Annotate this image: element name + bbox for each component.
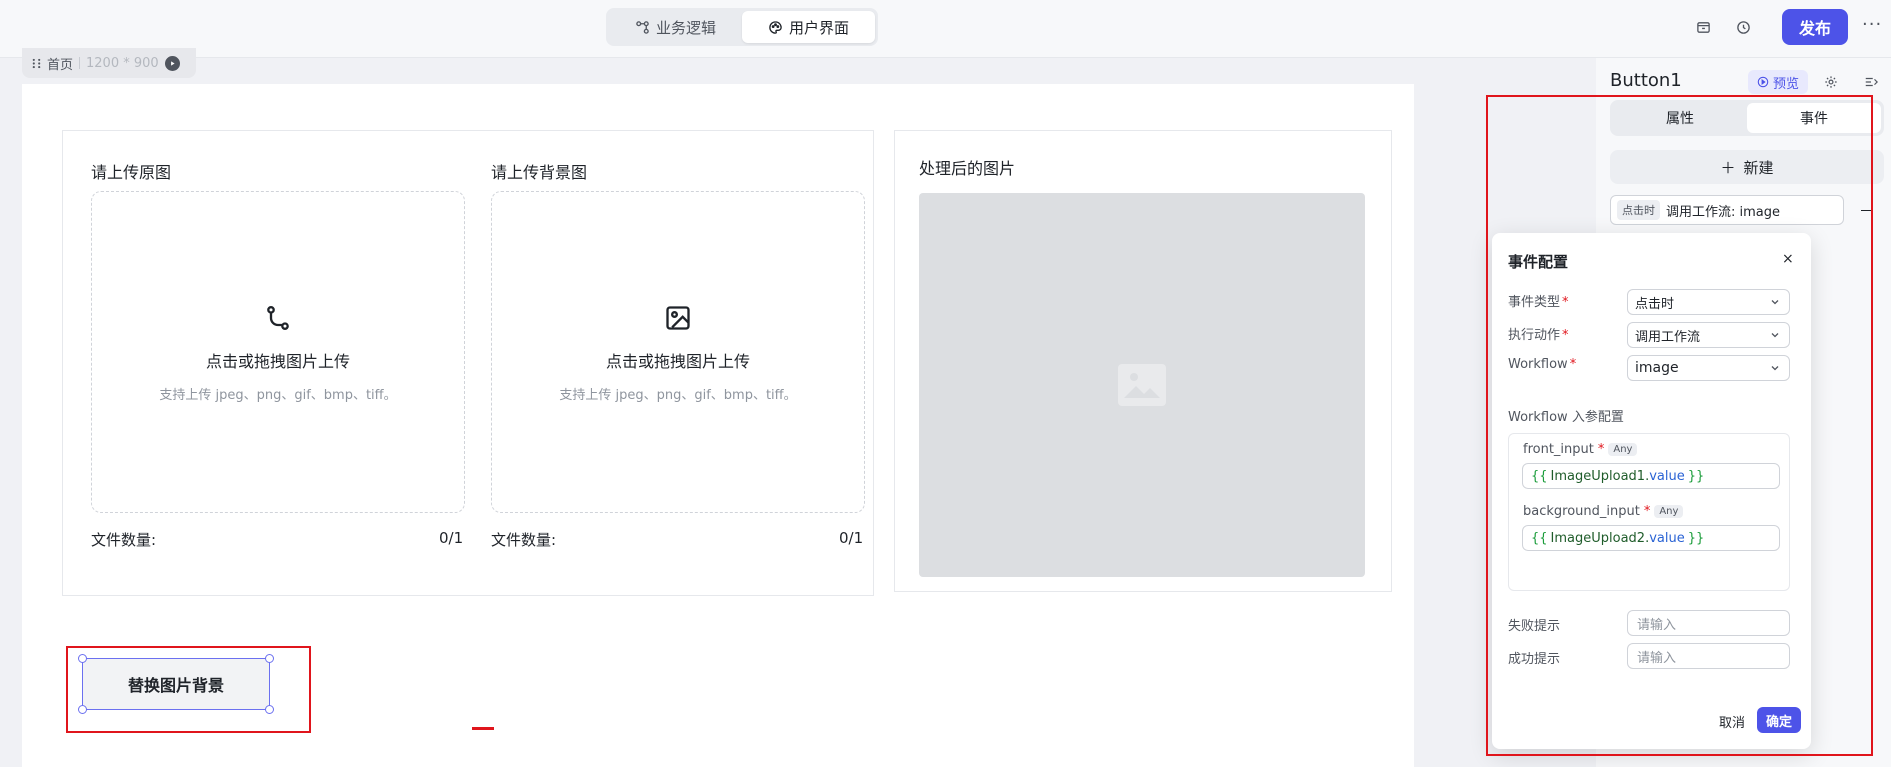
preview-button[interactable]: 预览 — [1748, 70, 1808, 94]
upload-path-icon — [267, 305, 289, 331]
workflow-icon — [636, 20, 649, 34]
processed-title: 处理后的图片 — [919, 159, 1016, 178]
divider — [79, 57, 81, 69]
preview-label: 预览 — [1772, 76, 1799, 92]
more-icon[interactable]: ··· — [1862, 14, 1882, 35]
file-count-label: 文件数量: — [491, 531, 557, 549]
publish-button[interactable]: 发布 — [1782, 9, 1848, 45]
top-bar: 业务逻辑 用户界面 发布 ··· — [0, 0, 1891, 58]
upload-main-text: 点击或拖拽图片上传 — [205, 352, 350, 371]
upload-main-text: 点击或拖拽图片上传 — [605, 352, 750, 371]
collapse-panel-icon[interactable] — [1862, 73, 1880, 91]
image-icon — [666, 306, 690, 330]
tab-business-logic[interactable]: 业务逻辑 — [609, 11, 742, 43]
file-count-value: 0/1 — [439, 529, 464, 547]
highlight-box — [1486, 95, 1873, 756]
gear-icon[interactable] — [1822, 73, 1840, 91]
image-upload-2[interactable]: 点击或拖拽图片上传 支持上传 jpeg、png、gif、bmp、tiff。 — [491, 191, 865, 513]
play-icon[interactable] — [164, 55, 180, 71]
component-name: Button1 — [1610, 70, 1682, 91]
tab-label: 用户界面 — [788, 18, 849, 37]
highlight-box — [66, 646, 311, 733]
palette-icon — [769, 20, 782, 34]
design-canvas: 请上传原图 点击或拖拽图片上传 支持上传 jpeg、png、gif、bmp、ti… — [22, 84, 1414, 767]
file-count-label: 文件数量: — [91, 531, 157, 549]
upload-card: 请上传原图 点击或拖拽图片上传 支持上传 jpeg、png、gif、bmp、ti… — [62, 130, 874, 596]
highlight-mark — [472, 727, 494, 730]
history-icon[interactable] — [1732, 16, 1754, 38]
page-name: 首页 — [47, 57, 74, 73]
tab-user-interface[interactable]: 用户界面 — [742, 11, 875, 43]
archive-icon[interactable] — [1692, 16, 1714, 38]
upload-hint: 支持上传 jpeg、png、gif、bmp、tiff。 — [559, 388, 797, 403]
tab-label: 业务逻辑 — [655, 18, 716, 37]
page-chip[interactable]: 首页 1200 * 900 — [22, 48, 196, 78]
upload1-title: 请上传原图 — [91, 163, 172, 182]
file-count-value: 0/1 — [839, 529, 864, 547]
upload2-title: 请上传背景图 — [491, 163, 588, 182]
play-circle-icon — [1757, 76, 1769, 88]
page-size: 1200 * 900 — [86, 55, 159, 71]
image-upload-1[interactable]: 点击或拖拽图片上传 支持上传 jpeg、png、gif、bmp、tiff。 — [91, 191, 465, 513]
image-placeholder-icon — [1118, 364, 1166, 406]
drag-handle-icon[interactable] — [32, 58, 41, 69]
mode-switcher: 业务逻辑 用户界面 — [606, 8, 878, 46]
processed-image-card: 处理后的图片 — [894, 130, 1392, 592]
upload-hint: 支持上传 jpeg、png、gif、bmp、tiff。 — [159, 388, 397, 403]
processed-image-placeholder — [919, 193, 1365, 577]
